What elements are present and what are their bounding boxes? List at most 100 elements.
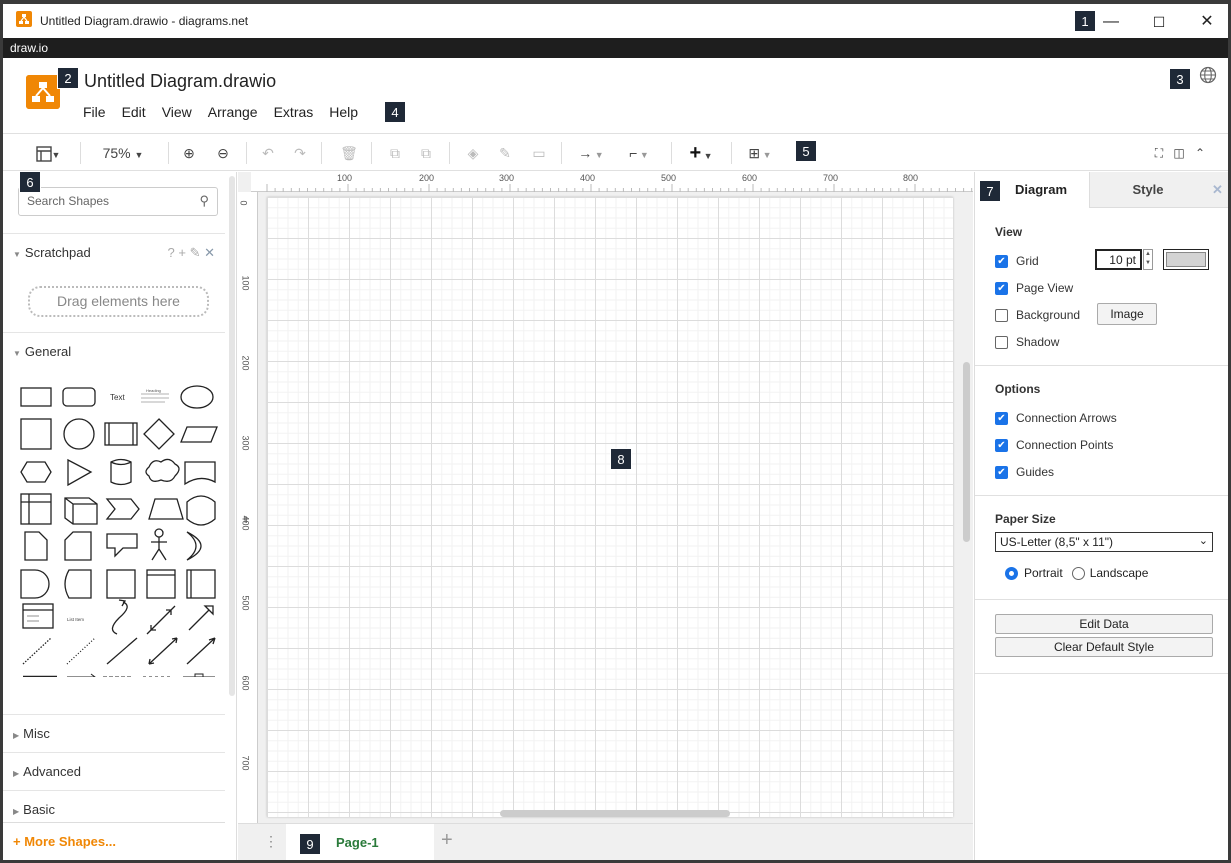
zoom-out-icon[interactable]: ⊖ xyxy=(213,142,233,164)
globe-icon[interactable] xyxy=(1199,66,1217,84)
misc-label: Misc xyxy=(23,726,50,741)
checkmark-icon: ✔ xyxy=(995,411,1008,425)
scratchpad-header[interactable]: ▼ Scratchpad ? + ✎ ✕ xyxy=(3,233,225,271)
basic-label: Basic xyxy=(23,802,55,817)
canvas-horizontal-scrollbar[interactable] xyxy=(500,810,730,817)
orientation-radios: Portrait Landscape xyxy=(1005,566,1148,580)
to-front-icon[interactable]: ⧉ xyxy=(385,142,405,164)
diagram-canvas[interactable]: 100 200 300 400 500 600 700 800 0 100 20… xyxy=(238,172,973,823)
checkmark-icon: ✔ xyxy=(995,465,1008,479)
misc-header[interactable]: ▶ Misc xyxy=(3,714,225,752)
connection-points-checkbox[interactable]: ✔ Connection Points xyxy=(995,438,1113,452)
connection-arrows-checkbox[interactable]: ✔ Connection Arrows xyxy=(995,411,1117,425)
general-header[interactable]: ▼ General xyxy=(3,332,225,370)
fullscreen-icon[interactable]: ⛶ xyxy=(1151,142,1167,164)
background-checkbox[interactable]: Background xyxy=(995,308,1080,322)
drawio-logo-icon xyxy=(26,75,60,109)
ruler-label: 400 xyxy=(580,173,596,183)
advanced-header[interactable]: ▶ Advanced xyxy=(3,752,225,790)
grid-label: Grid xyxy=(1016,254,1039,268)
menu-edit[interactable]: Edit xyxy=(114,101,154,123)
diagram-page-grid[interactable] xyxy=(267,197,953,817)
waypoints-icon[interactable]: ⌐ ▼ xyxy=(621,142,657,164)
fill-color-icon[interactable]: ◈ xyxy=(463,142,483,164)
zoom-select[interactable]: 75% ▼ xyxy=(93,142,153,164)
format-panel: Diagram Style ✕ View ✔ Grid 10 pt ▲ ▼ ✔ Pag… xyxy=(974,172,1229,860)
grid-checkbox[interactable]: ✔ Grid xyxy=(995,254,1039,268)
close-window-button[interactable]: ✕ xyxy=(1192,10,1222,34)
minimize-button[interactable]: — xyxy=(1096,10,1126,34)
guides-label: Guides xyxy=(1016,465,1055,479)
chevron-down-icon: ⌄ xyxy=(1198,535,1208,547)
checkmark-icon: ✔ xyxy=(995,254,1008,268)
paper-size-section: Paper Size US-Letter (8,5" x 11") ⌄ Port… xyxy=(975,496,1229,600)
edit-data-button[interactable]: Edit Data xyxy=(995,614,1213,634)
clear-default-style-button[interactable]: Clear Default Style xyxy=(995,637,1213,657)
panel-resize-handle[interactable]: ‖ xyxy=(244,515,248,525)
checkbox-empty-icon xyxy=(995,308,1008,322)
format-panel-toggle[interactable]: ▼ xyxy=(28,142,68,164)
connection-style-icon[interactable]: → ▼ xyxy=(573,142,609,164)
paper-size-value: US-Letter (8,5" x 11") xyxy=(1000,535,1114,549)
guides-checkbox[interactable]: ✔ Guides xyxy=(995,465,1054,479)
search-shapes-input[interactable]: Search Shapes ⚲ xyxy=(18,187,218,216)
shadow-checkbox[interactable]: Shadow xyxy=(995,335,1059,349)
general-shapes-palette[interactable]: Text Heading List Item xyxy=(19,372,219,677)
undo-icon[interactable]: ↶ xyxy=(258,142,278,164)
layout-icon xyxy=(35,146,52,162)
to-back-icon[interactable]: ⧉ xyxy=(416,142,436,164)
ruler-label: 300 xyxy=(499,173,515,183)
app-name-bar: draw.io xyxy=(3,38,1228,58)
add-page-icon[interactable]: + xyxy=(441,829,453,852)
window-title: Untitled Diagram.drawio - diagrams.net xyxy=(40,14,249,28)
shadow-icon[interactable]: ▭ xyxy=(529,142,549,164)
ruler-label: 500 xyxy=(661,173,677,183)
grid-size-input[interactable]: 10 pt xyxy=(1095,249,1142,270)
scratchpad-tools[interactable]: ? + ✎ ✕ xyxy=(168,234,215,272)
checkmark-icon: ✔ xyxy=(995,438,1008,452)
maximize-button[interactable]: ☐ xyxy=(1144,10,1174,34)
page-view-checkbox[interactable]: ✔ Page View xyxy=(995,281,1073,295)
collapse-icon[interactable]: ⌃ xyxy=(1192,142,1208,164)
zoom-in-icon[interactable]: ⊕ xyxy=(179,142,199,164)
sidebar-scrollbar[interactable] xyxy=(229,176,235,696)
scratchpad-label: Scratchpad xyxy=(24,245,91,260)
page-view-label: Page View xyxy=(1016,281,1074,295)
menu-file[interactable]: File xyxy=(75,101,114,123)
tab-style[interactable]: Style xyxy=(1089,172,1206,208)
annotation-badge-2: 2 xyxy=(57,67,79,89)
general-label: General xyxy=(24,344,72,359)
annotation-badge-1: 1 xyxy=(1074,10,1096,32)
delete-icon[interactable]: 🗑︎ xyxy=(339,142,359,164)
table-icon[interactable]: ⊞ ▼ xyxy=(741,142,779,164)
menu-help[interactable]: Help xyxy=(321,101,366,123)
paper-size-heading: Paper Size xyxy=(995,512,1056,526)
connection-arrows-label: Connection Arrows xyxy=(1016,411,1117,425)
document-title[interactable]: Untitled Diagram.drawio xyxy=(84,71,276,92)
annotation-badge-5: 5 xyxy=(795,140,817,162)
image-button[interactable]: Image xyxy=(1097,303,1157,325)
insert-icon[interactable]: + ▼ xyxy=(683,142,719,164)
landscape-radio[interactable] xyxy=(1071,566,1085,580)
menu-view[interactable]: View xyxy=(154,101,200,123)
menu-arrange[interactable]: Arrange xyxy=(200,101,266,123)
pages-menu-icon[interactable]: ⋮ xyxy=(264,833,278,850)
ruler-label: 500 xyxy=(240,595,251,611)
shadow-label: Shadow xyxy=(1016,335,1060,349)
search-icon[interactable]: ⚲ xyxy=(199,193,209,209)
format-panel-icon[interactable]: ◫ xyxy=(1171,142,1187,164)
canvas-vertical-scrollbar[interactable] xyxy=(963,362,970,542)
line-color-icon[interactable]: ✎ xyxy=(495,142,515,164)
more-shapes-button[interactable]: + More Shapes... xyxy=(3,822,225,860)
portrait-radio[interactable] xyxy=(1005,566,1018,580)
scratchpad-drop-area[interactable]: Drag elements here xyxy=(28,286,209,317)
close-panel-icon[interactable]: ✕ xyxy=(1206,172,1229,208)
page-tab-bar: ⋮ Page-1 + xyxy=(238,823,973,861)
grid-color-button[interactable] xyxy=(1163,249,1209,270)
paper-size-select[interactable]: US-Letter (8,5" x 11") ⌄ xyxy=(995,532,1213,552)
grid-size-stepper[interactable]: ▲ ▼ xyxy=(1143,249,1153,270)
view-section: View ✔ Grid 10 pt ▲ ▼ ✔ Page View Backgroun… xyxy=(975,208,1229,366)
redo-icon[interactable]: ↷ xyxy=(290,142,310,164)
zoom-value: 75% xyxy=(102,145,131,161)
menu-extras[interactable]: Extras xyxy=(266,101,322,123)
